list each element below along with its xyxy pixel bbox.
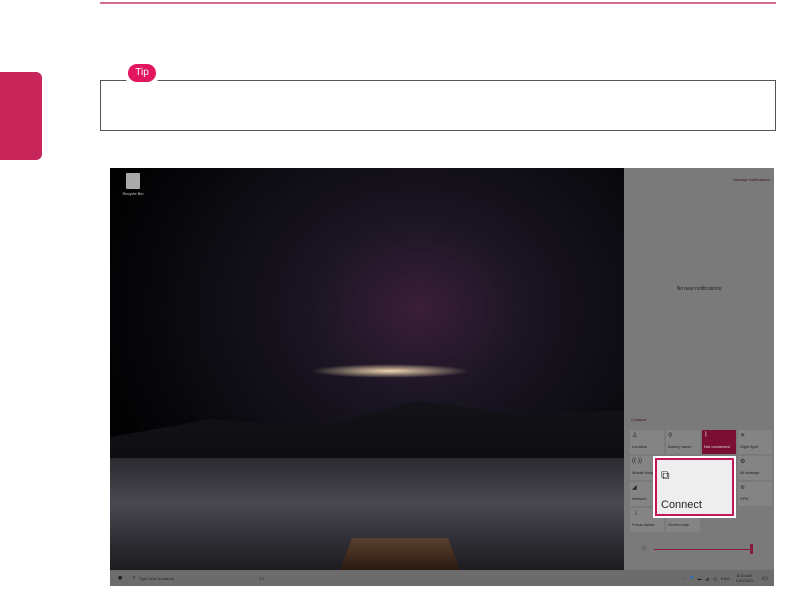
tip-badge: Tip bbox=[128, 64, 156, 82]
tile-label: All settings bbox=[740, 470, 760, 475]
quick-action-tile[interactable]: ♙ Location bbox=[630, 430, 664, 454]
quick-action-tile[interactable]: ☀ Night light bbox=[738, 430, 772, 454]
quick-action-tile[interactable]: ≋ VPN bbox=[738, 482, 772, 506]
tile-label: Focus assist bbox=[632, 522, 655, 527]
notifications-icon[interactable]: ▭ bbox=[761, 574, 768, 582]
bluetooth-tray-icon[interactable]: ● bbox=[690, 575, 694, 581]
tile-label: Network bbox=[632, 496, 647, 501]
tile-label: Location bbox=[632, 444, 648, 449]
bluetooth-icon: ᛒ bbox=[704, 432, 708, 438]
settings-icon: ⚙ bbox=[740, 459, 746, 465]
quick-action-tile[interactable]: ᛒ Not connected bbox=[702, 430, 736, 454]
recycle-bin[interactable]: Recycle Bin bbox=[118, 173, 148, 196]
connect-tile-highlight[interactable]: ⧉ Connect bbox=[653, 456, 736, 518]
taskbar: ■ ⌕ Type here to search ▭ ^ ● ▬ ◢ ◁) ENG… bbox=[110, 570, 774, 586]
windows-screenshot: Recycle Bin Manage notifications No new … bbox=[110, 168, 774, 586]
tile-label: Screen snip bbox=[668, 522, 690, 527]
brightness-slider-thumb[interactable] bbox=[750, 544, 753, 554]
taskbar-search-input[interactable]: Type here to search bbox=[139, 576, 249, 581]
quick-action-tile[interactable]: ⚙ All settings bbox=[738, 456, 772, 480]
manage-notifications-link[interactable]: Manage notifications bbox=[733, 177, 770, 182]
tile-label: VPN bbox=[740, 496, 749, 501]
top-divider bbox=[100, 2, 776, 4]
brightness-icon: ☼ bbox=[640, 543, 648, 552]
recycle-bin-label: Recycle Bin bbox=[122, 191, 144, 196]
no-notifications-text: No new notifications bbox=[676, 286, 722, 292]
clock-date: 1/20/2021 bbox=[735, 578, 754, 583]
language-indicator[interactable]: ENG bbox=[721, 576, 730, 581]
collapse-link[interactable]: Collapse bbox=[631, 417, 647, 422]
tray-chevron-icon[interactable]: ^ bbox=[684, 576, 686, 581]
task-view-icon[interactable]: ▭ bbox=[259, 575, 265, 582]
tile-label: Night light bbox=[740, 444, 758, 449]
tip-box bbox=[100, 80, 776, 131]
connect-icon: ⧉ bbox=[661, 468, 670, 482]
chapter-tab bbox=[0, 72, 42, 160]
volume-tray-icon[interactable]: ◁) bbox=[712, 576, 716, 581]
connect-label: Connect bbox=[661, 499, 702, 511]
quick-action-tile[interactable]: ⚲ Battery saver bbox=[666, 430, 700, 454]
night-light-icon: ☀ bbox=[740, 433, 746, 439]
battery-saver-icon: ⚲ bbox=[668, 433, 673, 439]
location-icon: ♙ bbox=[632, 433, 638, 439]
start-icon[interactable]: ■ bbox=[118, 575, 122, 582]
vpn-icon: ≋ bbox=[740, 485, 746, 491]
desktop-wallpaper: Recycle Bin bbox=[110, 168, 624, 570]
recycle-bin-icon bbox=[126, 173, 140, 189]
tile-label: Battery saver bbox=[668, 444, 692, 449]
tile-label: Not connected bbox=[704, 444, 730, 449]
clock[interactable]: 8:34 AM 1/20/2021 bbox=[736, 573, 754, 583]
brightness-slider[interactable] bbox=[654, 549, 751, 550]
network-tray-icon[interactable]: ◢ bbox=[705, 576, 708, 581]
search-icon: ⌕ bbox=[132, 574, 136, 581]
battery-tray-icon[interactable]: ▬ bbox=[697, 576, 701, 581]
